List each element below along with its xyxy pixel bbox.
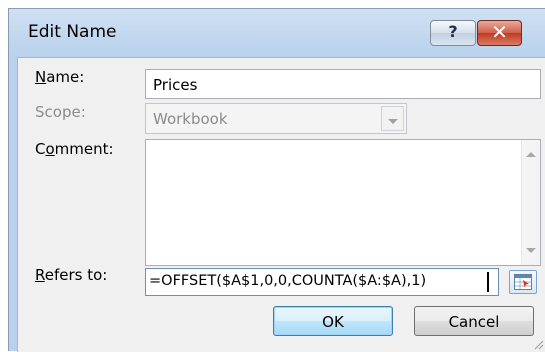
title-bar[interactable]: Edit Name ? ✕	[9, 9, 545, 57]
comment-label: Comment:	[35, 140, 114, 158]
scroll-down-icon[interactable]	[526, 248, 536, 253]
close-icon: ✕	[491, 20, 508, 44]
close-button[interactable]: ✕	[477, 20, 522, 46]
cancel-button[interactable]: Cancel	[414, 306, 534, 336]
scope-dropdown: Workbook	[145, 103, 407, 134]
edit-name-dialog: Edit Name ? ✕ Name: Prices Scope: Workbo…	[8, 8, 545, 352]
dialog-title: Edit Name	[28, 22, 117, 42]
name-input-value: Prices	[153, 76, 198, 94]
dialog-body: Name: Prices Scope: Workbook Comment: Re…	[17, 57, 545, 352]
name-label: Name:	[35, 68, 85, 86]
text-cursor	[487, 272, 489, 292]
collapse-dialog-button[interactable]	[509, 270, 537, 294]
scope-dropdown-button	[381, 106, 404, 131]
comment-textarea[interactable]	[145, 139, 541, 266]
name-input[interactable]: Prices	[145, 69, 541, 99]
refers-to-label: Refers to:	[35, 266, 108, 284]
chevron-down-icon	[388, 119, 398, 124]
scope-label: Scope:	[35, 103, 86, 121]
scroll-up-icon[interactable]	[526, 152, 536, 157]
comment-scrollbar[interactable]	[521, 140, 540, 265]
ok-button[interactable]: OK	[273, 306, 393, 336]
help-button[interactable]: ?	[430, 20, 476, 46]
range-select-icon	[514, 274, 532, 290]
refers-to-input[interactable]: =OFFSET($A$1,0,0,COUNTA($A:$A),1)	[145, 268, 499, 296]
help-icon: ?	[448, 22, 458, 41]
scope-value: Workbook	[153, 110, 228, 128]
resize-grip-icon[interactable]	[532, 338, 544, 350]
refers-to-value: =OFFSET($A$1,0,0,COUNTA($A:$A),1)	[149, 273, 427, 289]
